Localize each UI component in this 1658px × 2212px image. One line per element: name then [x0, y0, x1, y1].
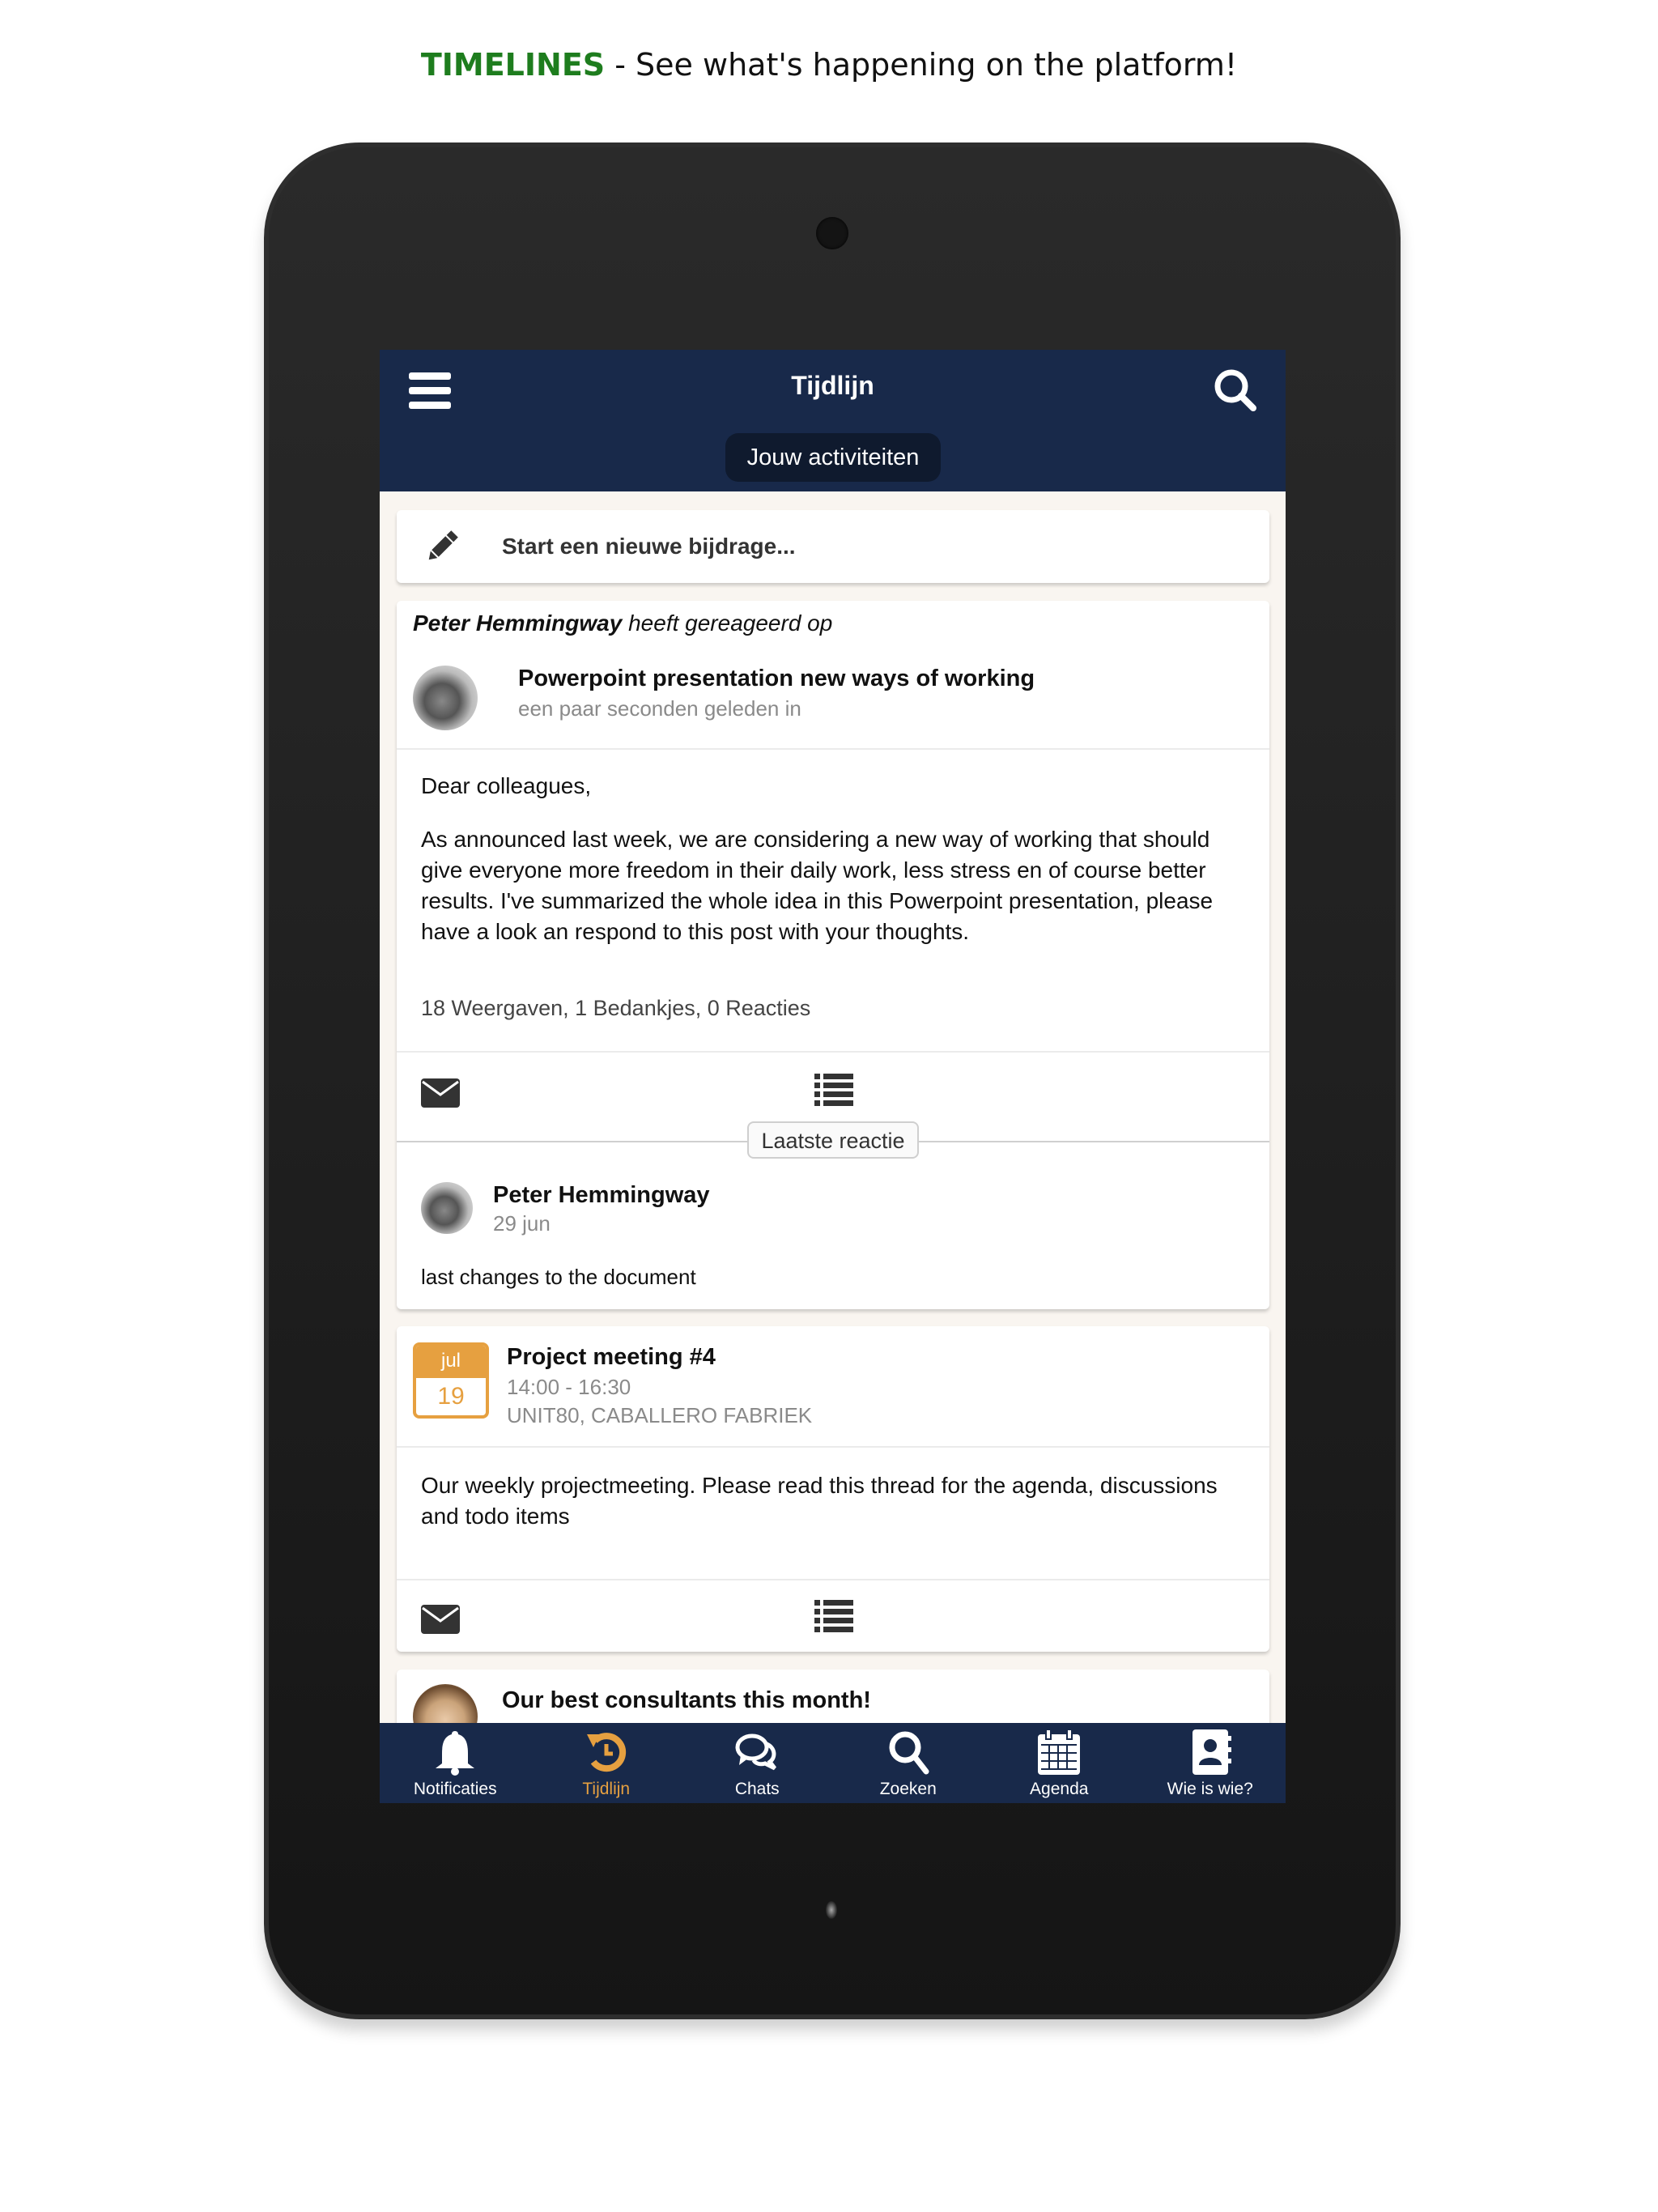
headline-brand: TIMELINES — [420, 47, 606, 83]
headline-text: - See what's happening on the platform! — [605, 47, 1238, 83]
avatar[interactable] — [413, 666, 478, 730]
compose-label: Start een nieuwe bijdrage... — [502, 534, 796, 559]
activity-line: Peter Hemmingway heeft gereageerd op — [413, 610, 832, 636]
list-icon[interactable] — [814, 1600, 853, 1636]
divider — [397, 748, 1269, 750]
bottom-navigation: Notificaties Tijdlijn Chats Zoeken Agend… — [380, 1723, 1286, 1803]
timeline-post: Peter Hemmingway heeft gereageerd op Pow… — [397, 601, 1269, 1309]
activity-filter-button[interactable]: Jouw activiteiten — [725, 433, 941, 482]
reply-text: last changes to the document — [421, 1265, 696, 1289]
event-day: 19 — [437, 1383, 465, 1410]
divider — [397, 1446, 1269, 1448]
compose-post-button[interactable]: Start een nieuwe bijdrage... — [397, 510, 1269, 583]
event-month: jul — [416, 1346, 486, 1378]
tab-label: Agenda — [1030, 1780, 1089, 1798]
tab-notificaties[interactable]: Notificaties — [380, 1723, 531, 1803]
tab-label: Zoeken — [879, 1780, 937, 1798]
search-icon — [889, 1731, 929, 1775]
home-sensor — [826, 1901, 837, 1919]
page-title: Tijdlijn — [791, 371, 874, 400]
post-title[interactable]: Powerpoint presentation new ways of work… — [518, 666, 1035, 692]
divider — [397, 1051, 1269, 1053]
actor-action: heeft gereageerd op — [622, 610, 833, 636]
post-title[interactable]: Our best consultants this month! — [502, 1687, 871, 1714]
envelope-icon[interactable] — [421, 1078, 460, 1112]
event-location: UNIT80, CABALLERO FABRIEK — [507, 1403, 813, 1427]
event-post: jul 19 Project meeting #4 14:00 - 16:30 … — [397, 1326, 1269, 1652]
actor-name[interactable]: Peter Hemmingway — [413, 610, 622, 636]
calendar-icon — [1038, 1729, 1081, 1775]
tab-label: Notificaties — [413, 1780, 497, 1798]
chat-bubbles-icon — [735, 1733, 777, 1771]
reply-author[interactable]: Peter Hemmingway — [493, 1182, 710, 1209]
tab-wie-is-wie[interactable]: Wie is wie? — [1135, 1723, 1286, 1803]
tab-agenda[interactable]: Agenda — [984, 1723, 1135, 1803]
tab-zoeken[interactable]: Zoeken — [833, 1723, 984, 1803]
camera-icon — [816, 217, 848, 249]
history-icon — [586, 1733, 626, 1772]
event-time: 14:00 - 16:30 — [507, 1375, 631, 1399]
tab-label: Tijdlijn — [582, 1780, 631, 1798]
event-body: Our weekly projectmeeting. Please read t… — [421, 1473, 1218, 1529]
post-stats: 18 Weergaven, 1 Bedankjes, 0 Reacties — [421, 996, 811, 1020]
avatar[interactable] — [421, 1182, 473, 1234]
list-icon[interactable] — [814, 1074, 853, 1110]
tab-label: Wie is wie? — [1167, 1780, 1253, 1798]
calendar-date-badge: jul 19 — [413, 1342, 489, 1419]
post-body: As announced last week, we are consideri… — [421, 827, 1214, 944]
search-icon[interactable] — [1211, 366, 1260, 415]
post-header: Powerpoint presentation new ways of work… — [413, 659, 1255, 736]
app-header: Tijdlijn Jouw activiteiten — [380, 350, 1286, 491]
tab-tijdlijn[interactable]: Tijdlijn — [531, 1723, 682, 1803]
page-headline: TIMELINES - See what's happening on the … — [0, 47, 1658, 83]
contact-book-icon — [1192, 1729, 1231, 1775]
latest-reply-label: Laatste reactie — [747, 1121, 919, 1159]
app-screen: Tijdlijn Jouw activiteiten Start een nie… — [380, 350, 1286, 1803]
pencil-icon — [428, 530, 458, 560]
post-timestamp: een paar seconden geleden in — [518, 696, 801, 721]
reply-date: 29 jun — [493, 1211, 551, 1236]
divider — [397, 1579, 1269, 1580]
tab-chats[interactable]: Chats — [682, 1723, 833, 1803]
bell-icon — [436, 1731, 475, 1776]
event-title[interactable]: Project meeting #4 — [507, 1344, 716, 1371]
envelope-icon[interactable] — [421, 1605, 460, 1638]
tab-label: Chats — [734, 1780, 780, 1798]
post-greeting: Dear colleagues, — [421, 773, 592, 798]
